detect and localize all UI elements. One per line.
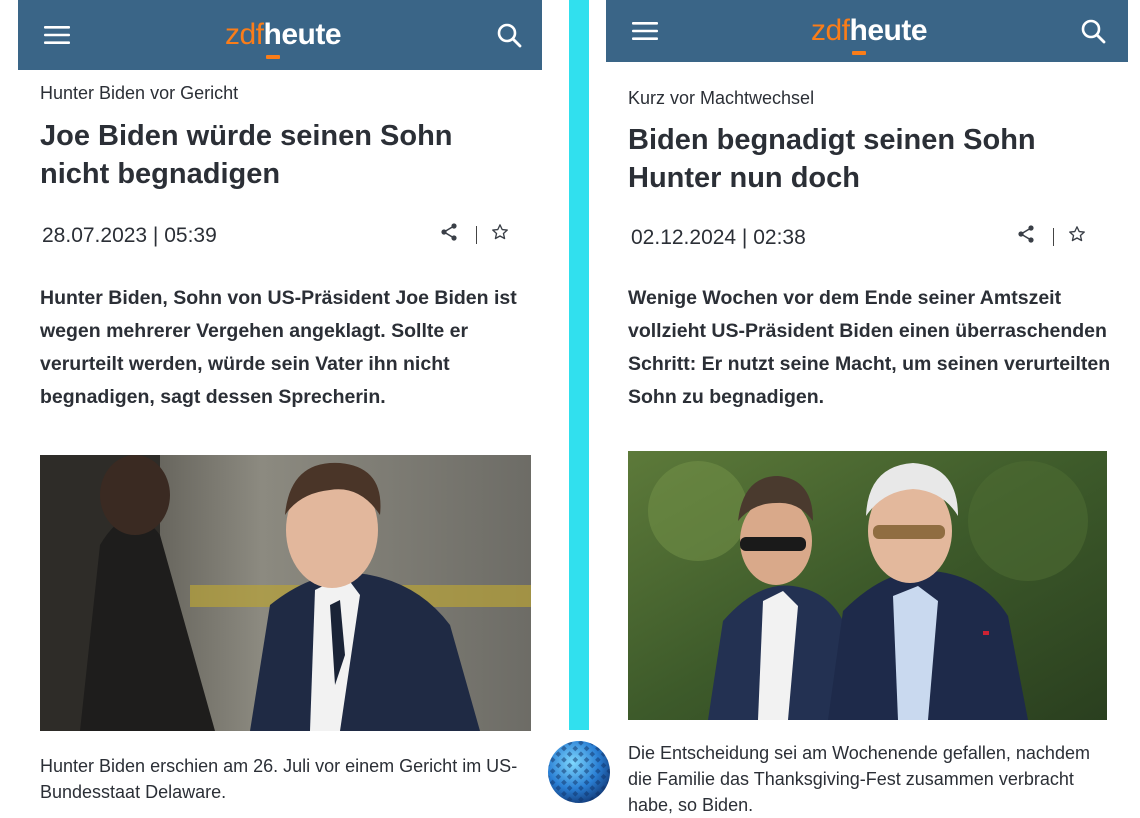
star-icon[interactable] [491, 223, 509, 246]
left-article-screenshot: zdf heute Hunter Biden vor Gericht Joe Bi… [18, 0, 542, 816]
logo-zdf: zdf [224, 18, 264, 51]
article-headline: Biden begnadigt seinen Sohn Hunter nun d… [628, 124, 1036, 194]
overlay-orb-icon [547, 740, 611, 804]
article-photo[interactable] [40, 455, 531, 731]
photo-caption: Die Entscheidung sei am Wochenende gefal… [628, 743, 1090, 815]
star-icon[interactable] [1068, 225, 1086, 248]
article-date: 02.12.2024 | 02:38 [631, 226, 806, 249]
article-date: 28.07.2023 | 05:39 [42, 224, 217, 247]
header-bar: zdf heute [606, 0, 1128, 62]
logo-heute: heute [849, 14, 928, 55]
panel-divider [569, 0, 589, 730]
photo-caption: Hunter Biden erschien am 26. Juli vor ei… [40, 756, 518, 802]
actions-divider [476, 225, 477, 244]
article-photo[interactable] [628, 451, 1107, 720]
search-icon[interactable] [1078, 16, 1108, 46]
article-actions [440, 222, 509, 247]
article-kicker: Kurz vor Machtwechsel [628, 88, 815, 108]
right-article-screenshot: zdf heute Kurz vor Machtwechsel Biden beg… [606, 0, 1128, 816]
menu-icon[interactable] [42, 20, 72, 50]
article-actions [1017, 224, 1086, 249]
share-icon[interactable] [1017, 224, 1035, 249]
article-kicker: Hunter Biden vor Gericht [40, 83, 239, 103]
logo-heute: heute [263, 18, 342, 59]
share-icon[interactable] [440, 222, 458, 247]
logo-zdf: zdf [810, 14, 850, 47]
zdfheute-logo[interactable]: zdf heute [810, 14, 928, 55]
article-lead: Hunter Biden, Sohn von US-Präsident Joe … [40, 287, 517, 408]
search-icon[interactable] [494, 20, 524, 50]
menu-icon[interactable] [630, 16, 660, 46]
zdfheute-logo[interactable]: zdf heute [224, 18, 342, 59]
article-lead: Wenige Wochen vor dem Ende seiner Amtsze… [628, 287, 1111, 408]
header-bar: zdf heute [18, 0, 542, 70]
actions-divider [1053, 227, 1054, 246]
article-headline: Joe Biden würde seinen Sohn nicht begnad… [40, 120, 453, 190]
